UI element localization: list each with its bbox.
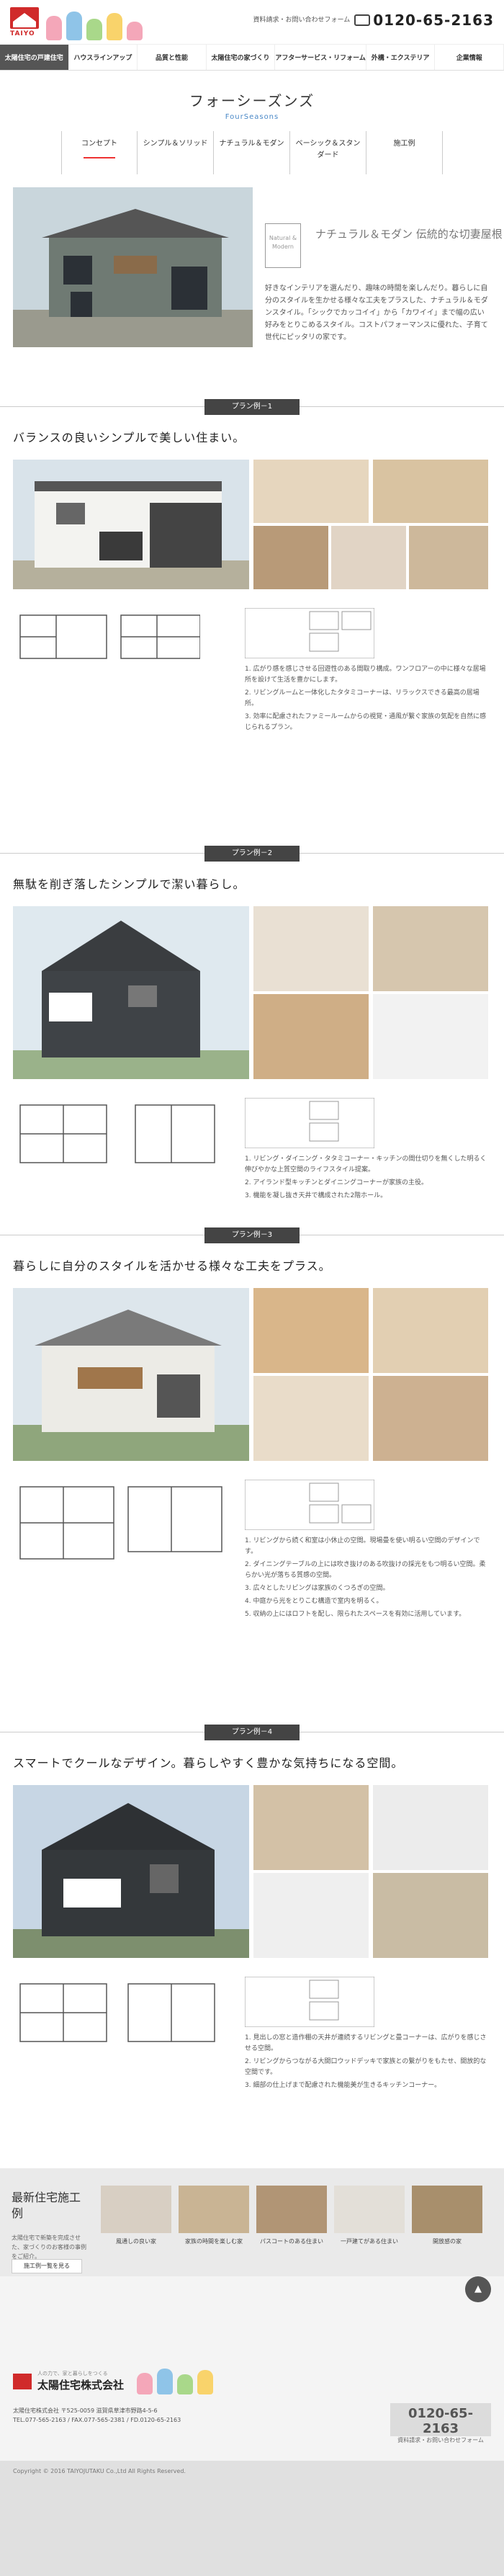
plan-label: プラン例－3	[204, 1227, 300, 1243]
plan-interior-photo	[409, 526, 488, 589]
page-subtitle: FourSeasons	[225, 113, 279, 121]
plan-interior-photo	[373, 906, 488, 991]
plan-interior-photo	[253, 906, 369, 991]
plan-label: プラン例－2	[204, 846, 300, 862]
plan-photos	[0, 906, 504, 1079]
plan-heading: 無駄を削ぎ落したシンプルで潔い暮らし。	[13, 877, 246, 891]
plan-exterior-photo	[13, 1288, 249, 1461]
plan-interior-photo	[253, 1873, 369, 1958]
house-logo-icon	[10, 7, 39, 29]
header-contact: 資料請求・お問い合わせフォーム 0120-65-2163	[253, 12, 495, 29]
plan-interior-photo	[253, 1376, 369, 1461]
nav-item-quality[interactable]: 品質と性能	[138, 45, 207, 70]
floorplan-drawing	[19, 614, 200, 659]
plan-notes: 1. リビング・ダイニング・タタミコーナー・キッチンの間仕切りを無くした明るく伸…	[245, 1155, 487, 1199]
footer-tel-box[interactable]: 0120-65-2163 資料請求・お問い合わせフォーム	[390, 2403, 491, 2443]
plan-photos	[0, 460, 504, 589]
plan-heading: スマートでクールなデザイン。暮らしやすく豊かな気持ちになる空間。	[13, 1756, 404, 1770]
sub-nav: コンセプト シンプル＆ソリッド ナチュラル＆モダン ベーシック＆スタンダード 施…	[0, 131, 504, 174]
plan-heading: 暮らしに自分のスタイルを活かせる様々な工夫をプラス。	[13, 1259, 331, 1273]
intro-house-photo	[13, 187, 253, 347]
plan-interior-photo	[373, 994, 488, 1079]
plan-number-boxes	[244, 1479, 375, 1531]
global-nav: 太陽住宅の戸建住宅 ハウスラインアップ 品質と性能 太陽住宅の家づくり アフター…	[0, 45, 504, 71]
copyright: Copyright © 2016 TAIYOJUTAKU Co.,Ltd All…	[0, 2461, 504, 2576]
nav-item-exterior[interactable]: 外構・エクステリア	[366, 45, 436, 70]
plan-heading: バランスの良いシンプルで美しい住まい。	[13, 431, 246, 444]
plan-label: プラン例－4	[204, 1725, 300, 1740]
plan-interior-photo	[253, 994, 369, 1079]
plan-number-boxes	[244, 1976, 375, 2028]
news-title: 最新住宅施工例	[12, 2191, 81, 2220]
subnav-examples[interactable]: 施工例	[366, 131, 443, 174]
plan-floorplans: 1. 見出しの窓と造作棚の天井が連続するリビングと畳コーナーは、広がりを感じさせ…	[0, 1976, 504, 2089]
plan-exterior-photo	[13, 906, 249, 1079]
footer-mascot-illustration	[137, 2363, 223, 2394]
plan-interior-photo	[331, 526, 406, 589]
plan-interior-photo	[373, 1873, 488, 1958]
news-item[interactable]: 一戸建てがある住まい	[334, 2186, 405, 2245]
subnav-natural[interactable]: ナチュラル＆モダン	[214, 131, 290, 174]
news-item[interactable]: パスコートのある住まい	[256, 2186, 327, 2245]
house-logo-icon	[13, 2373, 32, 2389]
subnav-simple[interactable]: シンプル＆ソリッド	[138, 131, 214, 174]
news-more-button[interactable]: 施工例一覧を見る	[12, 2259, 82, 2273]
plan-section-1: プラン例－1 バランスの良いシンプルで美しい住まい。 1. 広がり感を感じさせる…	[0, 396, 504, 731]
plan-interior-photo	[373, 1785, 488, 1870]
site-header: TAIYO 資料請求・お問い合わせフォーム 0120-65-2163	[0, 0, 504, 45]
plan-exterior-photo	[13, 460, 249, 589]
nav-item-lineup[interactable]: ハウスラインアップ	[69, 45, 138, 70]
company-logo[interactable]: TAIYO	[10, 7, 42, 37]
plan-interior-photo	[373, 1288, 488, 1373]
plan-interior-photo	[373, 460, 488, 523]
mascot-illustration	[46, 4, 154, 40]
phone-icon	[354, 14, 371, 26]
plan-floorplans: 1. リビングから続く和室は小休止の空間。現場畳を使い明るい空間のデザインです。…	[0, 1479, 504, 1618]
plan-notes: 1. 見出しの窓と造作棚の天井が連続するリビングと畳コーナーは、広がりを感じさせ…	[245, 2034, 487, 2089]
news-item[interactable]: 家族の時間を楽しむ家	[179, 2186, 249, 2245]
plan-exterior-photo	[13, 1785, 249, 1958]
page-title: フォーシーズンズ	[189, 92, 315, 109]
plan-interior-photo	[373, 1376, 488, 1461]
plan-section-4: プラン例－4 スマートでクールなデザイン。暮らしやすく豊かな気持ちになる空間。 …	[0, 1722, 504, 2089]
plan-photos	[0, 1785, 504, 1958]
intro-catch: ナチュラル＆モダン 伝統的な切妻屋根	[315, 228, 503, 241]
plan-interior-photo	[253, 1785, 369, 1870]
footer-logo[interactable]: 人の力で、家と暮らしをつくる 太陽住宅株式会社	[13, 2370, 124, 2392]
news-item[interactable]: 開放感の家	[412, 2186, 482, 2245]
subnav-basic[interactable]: ベーシック＆スタンダード	[290, 131, 366, 174]
plan-photos	[0, 1288, 504, 1461]
plan-number-boxes	[244, 1097, 375, 1149]
natural-modern-badge: Natural & Modern	[265, 223, 301, 268]
plan-interior-photo	[253, 1288, 369, 1373]
plan-interior-photo	[253, 526, 328, 589]
plan-floorplans: 1. 広がり感を感じさせる回遊性のある間取り構成。ワンフロアーの中に様々な居場所…	[0, 607, 504, 731]
scroll-to-top-button[interactable]: ▲	[465, 2276, 491, 2302]
plan-interior-photo	[253, 460, 369, 523]
nav-item-aftercare[interactable]: アフターサービス・リフォーム	[275, 45, 366, 70]
intro-section: Natural & Modern ナチュラル＆モダン 伝統的な切妻屋根 好きなイ…	[0, 187, 504, 367]
subnav-concept[interactable]: コンセプト	[61, 131, 138, 174]
footer-address: 太陽住宅株式会社 〒525-0059 滋賀県草津市野路4-5-6 TEL.077…	[13, 2407, 181, 2423]
plan-notes: 1. リビングから続く和室は小休止の空間。現場畳を使い明るい空間のデザインです。…	[245, 1537, 486, 1618]
plan-label: プラン例－1	[204, 399, 300, 415]
intro-body: 好きなインテリアを選んだり、趣味の時間を楽しんだり。暮らしに自分のスタイルを生か…	[265, 285, 488, 341]
nav-item-company[interactable]: 企業情報	[435, 45, 504, 70]
news-text: 太陽住宅で新築を完成させた、家づくりのお客様の事例をご紹介。	[12, 2235, 86, 2260]
contact-label[interactable]: 資料請求・お問い合わせフォーム	[253, 16, 351, 25]
news-section: 最新住宅施工例 太陽住宅で新築を完成させた、家づくりのお客様の事例をご紹介。 施…	[0, 2168, 504, 2276]
nav-item-building[interactable]: 太陽住宅の家づくり	[207, 45, 276, 70]
plan-floorplans: 1. リビング・ダイニング・タタミコーナー・キッチンの間仕切りを無くした明るく伸…	[0, 1097, 504, 1199]
nav-item-home[interactable]: 太陽住宅の戸建住宅	[0, 45, 69, 70]
header-tel[interactable]: 0120-65-2163	[373, 12, 494, 29]
news-item[interactable]: 風通しの良い家	[101, 2186, 171, 2245]
plan-section-3: プラン例－3 暮らしに自分のスタイルを活かせる様々な工夫をプラス。 1. リビン…	[0, 1225, 504, 1618]
logo-text: TAIYO	[10, 30, 35, 37]
plan-number-boxes	[244, 607, 375, 659]
plan-notes: 1. 広がり感を感じさせる回遊性のある間取り構成。ワンフロアーの中に様々な居場所…	[245, 666, 487, 731]
footer-area: 最新住宅施工例 太陽住宅で新築を完成させた、家づくりのお客様の事例をご紹介。 施…	[0, 2168, 504, 2576]
plan-section-2: プラン例－2 無駄を削ぎ落したシンプルで潔い暮らし。 1. リビング・ダイニング…	[0, 843, 504, 1199]
